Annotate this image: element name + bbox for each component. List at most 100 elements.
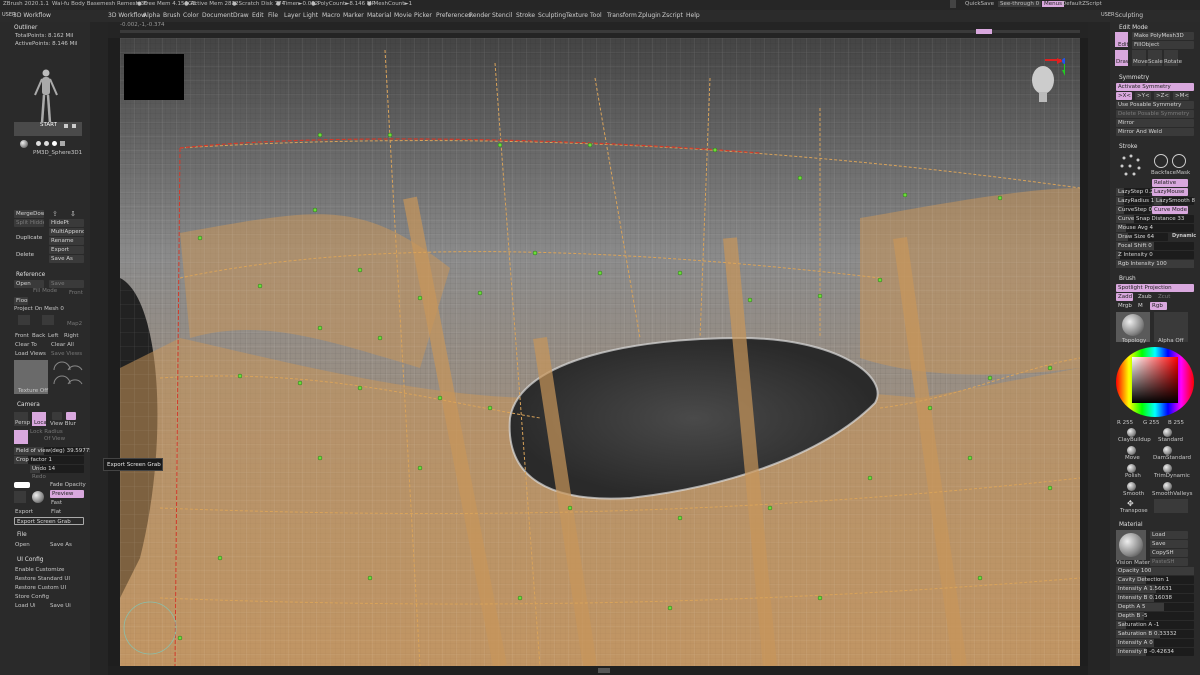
menu-render[interactable]: Render — [469, 12, 490, 19]
menu-3d-workflow[interactable]: 3D Workflow — [108, 12, 146, 19]
of-view-label[interactable]: Of View — [44, 436, 65, 442]
subtool-toggle-icons[interactable] — [36, 141, 76, 147]
damstandard-label[interactable]: DamStandard — [1153, 455, 1191, 461]
activate-symmetry-button[interactable]: Activate Symmetry — [1116, 83, 1194, 91]
menu-file[interactable]: File — [268, 12, 278, 19]
arrow-down-icon[interactable]: ⇩ — [70, 210, 78, 218]
navigation-head-gizmo[interactable] — [1025, 58, 1068, 108]
fill-mode-label[interactable]: Fill Mode — [33, 288, 57, 294]
edit-mode-header[interactable]: Edit Mode — [1119, 25, 1148, 31]
project-on-mesh[interactable]: Project On Mesh 0 — [14, 306, 64, 312]
saturation-b-slider[interactable]: Saturation B 0.33332 — [1116, 630, 1194, 638]
stroke-header[interactable]: Stroke — [1119, 144, 1137, 150]
menu-edit[interactable]: Edit — [252, 12, 264, 19]
view-left-button[interactable]: Left — [48, 333, 58, 339]
menu-layer[interactable]: Layer — [284, 12, 301, 19]
view-right-button[interactable]: Right — [64, 333, 78, 339]
fade-opacity-label[interactable]: Fade Opacity — [50, 482, 86, 488]
file-open-button[interactable]: Open — [15, 542, 30, 548]
move-icon[interactable]: Move — [1132, 50, 1148, 66]
color-wheel[interactable] — [1116, 347, 1194, 417]
outliner-header[interactable]: Outliner — [14, 25, 37, 31]
m-button[interactable]: M — [1136, 302, 1146, 310]
lazymouse-button[interactable]: LazyMouse — [1152, 188, 1188, 196]
lazyradius-slider[interactable]: LazyRadius 13 — [1116, 197, 1158, 205]
camera-icon[interactable] — [14, 430, 28, 444]
menu-texture[interactable]: Texture — [566, 12, 588, 19]
mirror-button[interactable]: Mirror — [1116, 119, 1194, 127]
menu-light[interactable]: Light — [303, 12, 318, 19]
preview-button[interactable]: Preview — [50, 490, 84, 498]
save-as-subtool-button[interactable]: Save As — [49, 255, 84, 263]
lazystep-slider[interactable]: LazyStep 0.25 — [1116, 188, 1157, 196]
zsub-button[interactable]: Zsub — [1136, 293, 1153, 301]
reference-open-button[interactable]: Open — [14, 280, 44, 288]
y-axis-toggle[interactable]: >Y< — [1135, 92, 1151, 100]
enable-customize-button[interactable]: Enable Customize — [15, 567, 64, 573]
smoothvalleys-label[interactable]: SmoothValleys — [1152, 491, 1193, 497]
delete-button[interactable]: Delete — [14, 251, 44, 259]
fast-label[interactable]: Fast — [51, 500, 62, 506]
menu-zplugin[interactable]: Zplugin — [638, 12, 661, 19]
menu-stroke[interactable]: Stroke — [516, 12, 535, 19]
view-front-button[interactable]: Front — [15, 333, 29, 339]
view-back-button[interactable]: Back — [32, 333, 45, 339]
menus-button[interactable]: Menus — [1042, 1, 1064, 7]
delete-posable-symmetry-button[interactable]: Delete Posable Symmetry — [1116, 110, 1194, 118]
focal-shift-slider[interactable]: Focal Shift 0 — [1116, 242, 1194, 250]
move-brush-label[interactable]: Move — [1125, 455, 1140, 461]
viewport-canvas[interactable] — [120, 38, 1080, 666]
curvestep-slider[interactable]: CurveStep 0.2 — [1116, 206, 1157, 214]
multiappend-button[interactable]: MultiAppend — [49, 228, 84, 236]
undo-slider[interactable]: Undo 14 — [30, 465, 84, 473]
intensity-a2-slider[interactable]: Intensity A 0 — [1116, 639, 1194, 647]
timeline-bar[interactable] — [120, 30, 1080, 33]
reference-save-button[interactable]: Save — [49, 280, 84, 288]
default-zscript-button[interactable]: DefaultZScript — [1062, 1, 1102, 7]
eye-icon[interactable] — [72, 124, 76, 128]
front-label[interactable]: Front — [69, 290, 83, 296]
intensity-b-slider[interactable]: Intensity B 0.16038 — [1116, 594, 1194, 602]
damstandard-icon[interactable] — [1163, 446, 1172, 455]
mirror-and-weld-button[interactable]: Mirror And Weld — [1116, 128, 1194, 136]
menu-zscript[interactable]: Zscript — [662, 12, 683, 19]
arrow-up-icon[interactable]: ⇪ — [52, 210, 60, 218]
pencil-icon[interactable] — [64, 124, 68, 128]
menu-color[interactable]: Color — [183, 12, 199, 19]
symmetry-header[interactable]: Symmetry — [1119, 75, 1149, 81]
material-header[interactable]: Material — [1119, 522, 1143, 528]
spotlight-projection-button[interactable]: Spotlight Projection — [1116, 284, 1194, 292]
draw-icon[interactable]: Draw — [1115, 50, 1130, 66]
claybuildup-icon[interactable] — [1127, 428, 1136, 437]
curve-snap-slider[interactable]: Curve Snap Distance 33 — [1116, 215, 1194, 223]
load-views-button[interactable]: Load Views — [15, 351, 46, 357]
toggle-icon[interactable] — [14, 482, 30, 488]
rotate-icon[interactable]: Rotate — [1164, 50, 1182, 66]
restore-standard-ui-button[interactable]: Restore Standard UI — [15, 576, 70, 582]
tool-thumbnail[interactable] — [30, 67, 62, 125]
menu-help[interactable]: Help — [686, 12, 700, 19]
z-axis-toggle[interactable]: >Z< — [1154, 92, 1170, 100]
mask-icon[interactable] — [1172, 154, 1186, 168]
m-axis-toggle[interactable]: >M< — [1173, 92, 1189, 100]
zadd-button[interactable]: Zadd — [1116, 293, 1133, 301]
restore-custom-ui-button[interactable]: Restore Custom UI — [15, 585, 66, 591]
bpr-sphere-icon[interactable] — [32, 491, 44, 503]
smoothvalleys-icon[interactable] — [1163, 482, 1172, 491]
claybuildup-label[interactable]: ClayBuildup — [1118, 437, 1151, 443]
cavity-detection-slider[interactable]: Cavity Detection 1 — [1116, 576, 1194, 584]
rgb-intensity-slider[interactable]: Rgb Intensity 100 — [1116, 260, 1194, 268]
backface-mask-label[interactable]: BackfaceMask — [1151, 170, 1190, 176]
export-screen-grab-button[interactable]: Export Screen Grab — [14, 517, 84, 525]
store-config-button[interactable]: Store Config — [15, 594, 49, 600]
material-load-button[interactable]: Load — [1150, 531, 1188, 539]
timeline-marker[interactable] — [976, 29, 992, 34]
grab-icon[interactable] — [14, 491, 26, 503]
brush-header[interactable]: Brush — [1119, 276, 1136, 282]
view-blur-label[interactable]: View Blur — [50, 421, 76, 427]
crop-factor-slider[interactable]: Crop factor 1 — [14, 456, 84, 464]
load-ui-button[interactable]: Load Ui — [15, 603, 36, 609]
menu-alpha[interactable]: Alpha — [143, 12, 160, 19]
file-header[interactable]: File — [17, 532, 27, 538]
mouse-avg-slider[interactable]: Mouse Avg 4 — [1116, 224, 1194, 232]
